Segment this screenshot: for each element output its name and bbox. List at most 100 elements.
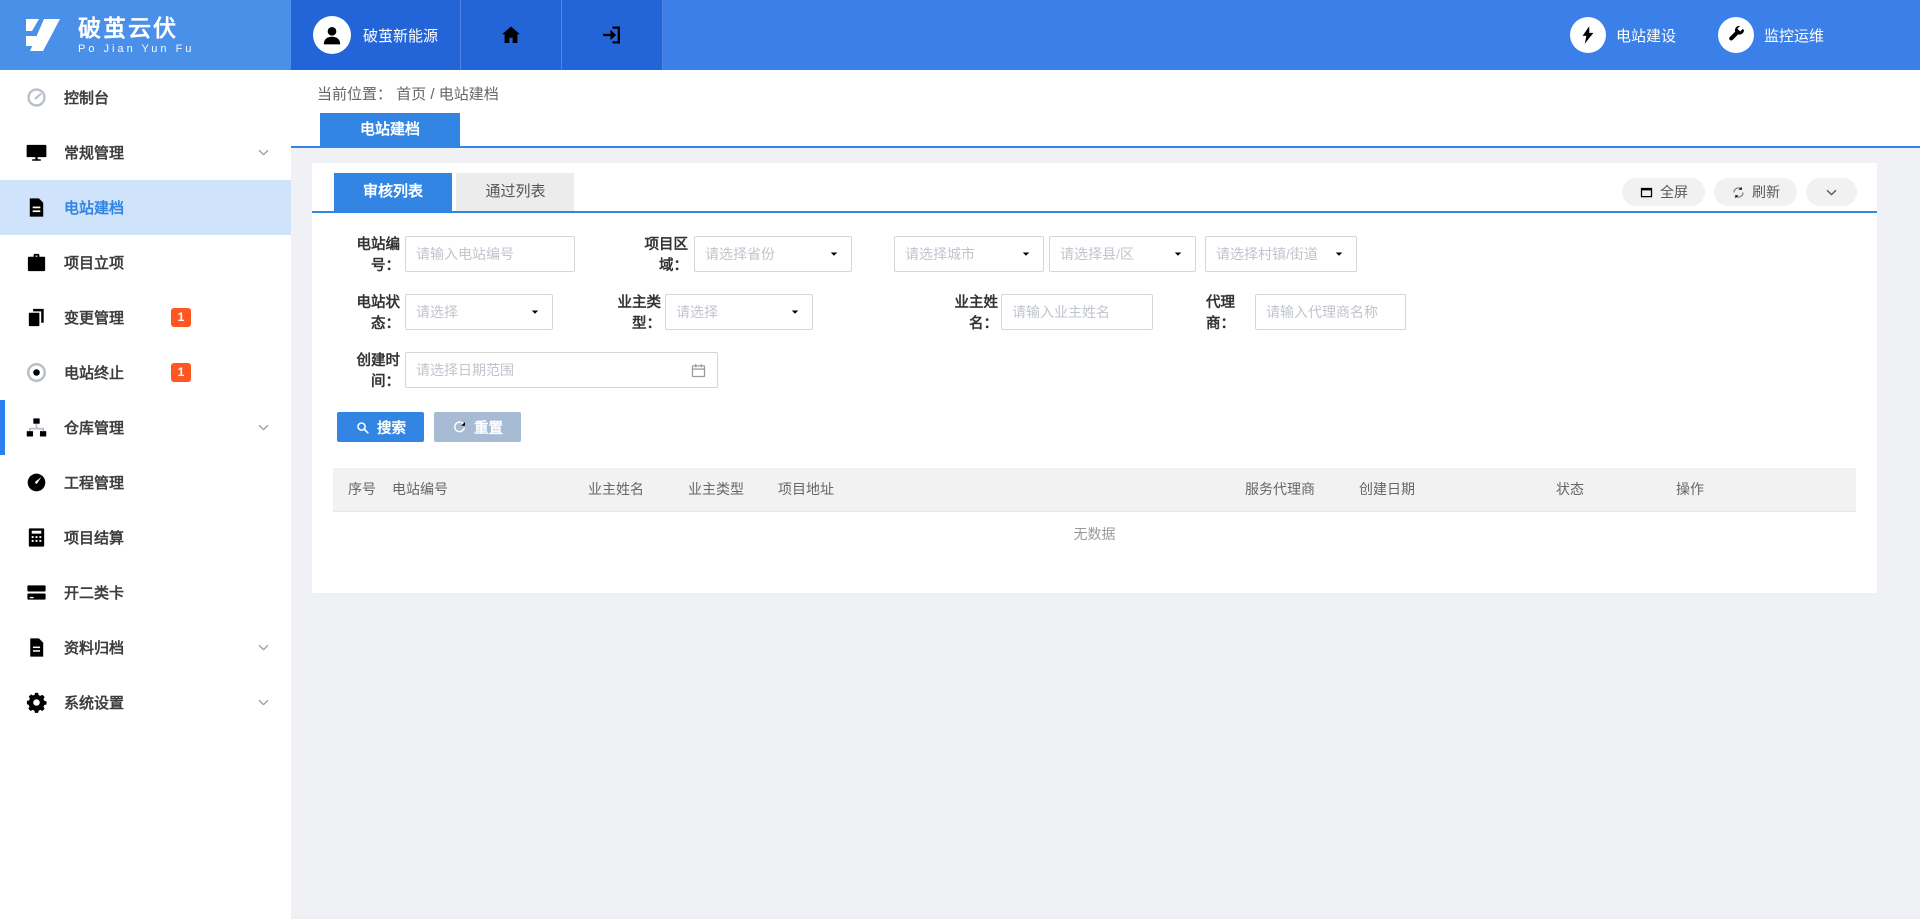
caret-down-icon [827, 247, 841, 261]
create-time-label: 创建时间： [337, 349, 400, 391]
province-select[interactable]: 请选择省份 [694, 236, 852, 272]
wrench-icon [1726, 25, 1746, 45]
col-project-address: 项目地址 [763, 468, 1230, 511]
content-panel: 审核列表 通过列表 全屏 刷新 电站编号： [312, 163, 1877, 593]
sidebar-item-console[interactable]: 控制台 [0, 70, 291, 125]
breadcrumb-current: 电站建档 [439, 86, 499, 103]
calculator-icon [25, 526, 48, 549]
sidebar-item-warehouse-mgmt[interactable]: 仓库管理 [0, 400, 291, 455]
caret-down-icon [1019, 247, 1033, 261]
sidebar-item-station-archive[interactable]: 电站建档 [0, 180, 291, 235]
nav-station-build[interactable]: 电站建设 [1570, 17, 1676, 53]
home-icon [499, 23, 523, 47]
user-menu[interactable]: 破茧新能源 [291, 0, 461, 70]
badge-count: 1 [171, 308, 191, 327]
speedometer-icon [25, 471, 48, 494]
col-create-date: 创建日期 [1344, 468, 1541, 511]
results-table: 序号 电站编号 业主姓名 业主类型 项目地址 服务代理商 创建日期 状态 操作 … [333, 468, 1856, 557]
gear-icon [25, 691, 48, 714]
chevron-down-icon [256, 695, 271, 710]
fullscreen-button[interactable]: 全屏 [1622, 178, 1705, 206]
page-tab-station-archive[interactable]: 电站建档 [320, 113, 460, 146]
logo-icon [20, 12, 66, 58]
reset-icon [452, 420, 467, 435]
user-icon [319, 22, 345, 48]
town-select[interactable]: 请选择村镇/街道 [1205, 236, 1357, 272]
station-status-select[interactable]: 请选择 [405, 294, 553, 330]
table-header-row: 序号 电站编号 业主姓名 业主类型 项目地址 服务代理商 创建日期 状态 操作 [333, 468, 1856, 511]
sidebar-item-change-mgmt[interactable]: 变更管理 1 [0, 290, 291, 345]
owner-type-select[interactable]: 请选择 [665, 294, 813, 330]
user-name: 破茧新能源 [363, 25, 438, 46]
caret-down-icon [1171, 247, 1185, 261]
breadcrumb: 当前位置： 首页 / 电站建档 [317, 83, 499, 104]
agent-label: 代理商： [1191, 291, 1235, 333]
owner-name-label: 业主姓名： [940, 291, 998, 333]
document-icon [25, 196, 48, 219]
sidebar-item-engineering-mgmt[interactable]: 工程管理 [0, 455, 291, 510]
empty-text: 无数据 [333, 511, 1856, 557]
sidebar: 控制台 常规管理 电站建档 项目立项 变更管理 1 电站终止 1 仓库管理 工程… [0, 70, 291, 919]
owner-type-label: 业主类型： [593, 291, 661, 333]
home-button[interactable] [461, 0, 562, 70]
agent-input[interactable] [1266, 304, 1395, 320]
tab-passed-list[interactable]: 通过列表 [456, 173, 574, 211]
breadcrumb-bar: 当前位置： 首页 / 电站建档 电站建档 [291, 70, 1920, 148]
login-arrow-icon [600, 23, 624, 47]
caret-down-icon [528, 305, 542, 319]
breadcrumb-home-link[interactable]: 首页 [396, 86, 426, 103]
col-service-agent: 服务代理商 [1230, 468, 1344, 511]
sidebar-item-project-approval[interactable]: 项目立项 [0, 235, 291, 290]
logo-subtitle: Po Jian Yun Fu [78, 43, 194, 55]
sidebar-item-system-settings[interactable]: 系统设置 [0, 675, 291, 730]
breadcrumb-separator: / [430, 86, 434, 103]
logout-button[interactable] [562, 0, 663, 70]
search-icon [355, 420, 370, 435]
station-status-label: 电站状态： [337, 291, 400, 333]
nav-station-build-label: 电站建设 [1616, 25, 1676, 46]
target-icon [25, 361, 48, 384]
sitemap-icon [25, 416, 48, 439]
nav-monitor-ops-label: 监控运维 [1764, 25, 1824, 46]
owner-name-input[interactable] [1012, 304, 1142, 320]
chevron-down-icon [256, 420, 271, 435]
reset-button[interactable]: 重置 [434, 412, 521, 442]
col-actions: 操作 [1661, 468, 1856, 511]
sidebar-item-open-card[interactable]: 开二类卡 [0, 565, 291, 620]
badge-count: 1 [171, 363, 191, 382]
region-label: 项目区域： [620, 233, 688, 275]
station-no-label: 电站编号： [337, 233, 400, 275]
file-icon [25, 636, 48, 659]
col-owner-type: 业主类型 [673, 468, 763, 511]
card-icon [25, 581, 48, 604]
avatar [313, 16, 351, 54]
sidebar-item-station-terminate[interactable]: 电站终止 1 [0, 345, 291, 400]
city-select[interactable]: 请选择城市 [894, 236, 1044, 272]
search-button[interactable]: 搜索 [337, 412, 424, 442]
nav-monitor-ops[interactable]: 监控运维 [1718, 17, 1824, 53]
date-range-picker[interactable] [405, 352, 718, 388]
collapse-button[interactable] [1806, 178, 1857, 206]
caret-down-icon [1332, 247, 1346, 261]
copy-icon [25, 306, 48, 329]
caret-down-icon [788, 305, 802, 319]
monitor-icon [25, 141, 48, 164]
bolt-icon [1578, 25, 1598, 45]
station-no-input-wrap [405, 236, 575, 272]
briefcase-icon [25, 251, 48, 274]
sidebar-item-general-mgmt[interactable]: 常规管理 [0, 125, 291, 180]
owner-name-input-wrap [1001, 294, 1153, 330]
filter-form: 电站编号： 项目区域： 请选择省份 请选择城市 请选择县/区 [312, 213, 1877, 388]
chevron-down-icon [256, 145, 271, 160]
sidebar-item-data-archive[interactable]: 资料归档 [0, 620, 291, 675]
county-select[interactable]: 请选择县/区 [1049, 236, 1196, 272]
chevron-down-icon [1824, 185, 1839, 200]
col-station-no: 电站编号 [377, 468, 573, 511]
refresh-button[interactable]: 刷新 [1714, 178, 1797, 206]
sidebar-item-project-settlement[interactable]: 项目结算 [0, 510, 291, 565]
tab-review-list[interactable]: 审核列表 [334, 173, 452, 211]
date-range-input[interactable] [416, 362, 707, 378]
dashboard-icon [25, 86, 48, 109]
station-no-input[interactable] [416, 246, 564, 262]
chevron-down-icon [256, 640, 271, 655]
